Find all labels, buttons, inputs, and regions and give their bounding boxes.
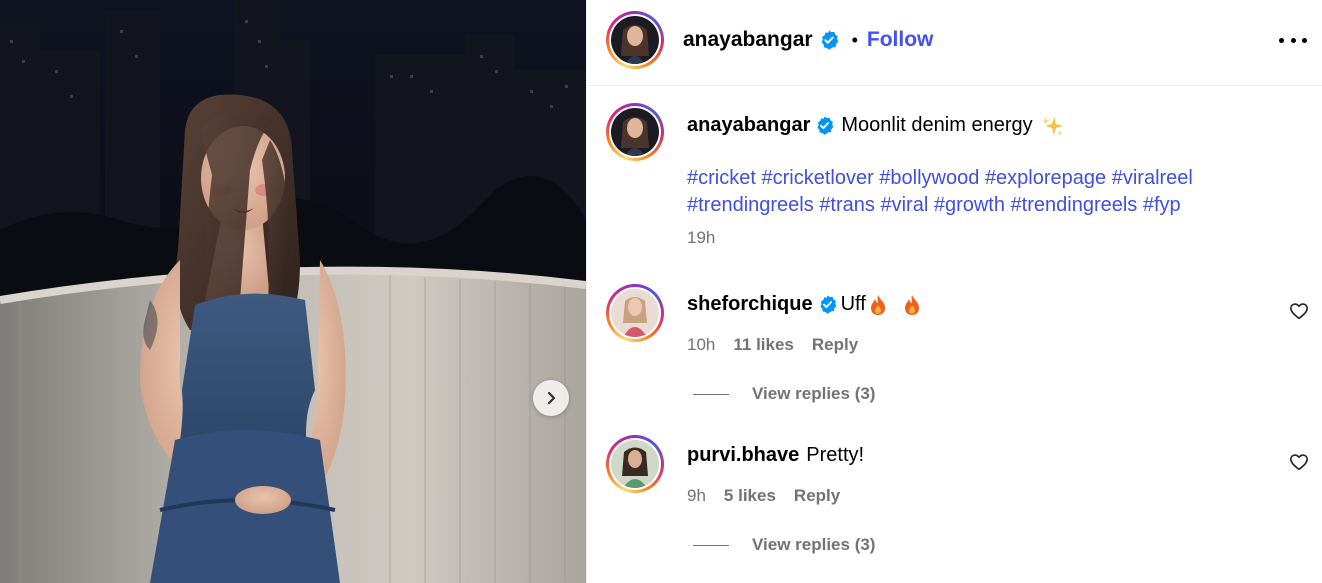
avatar-photo [611,108,659,156]
hashtag-link[interactable]: #bollywood [879,167,979,189]
hashtag-link[interactable]: #growth [934,194,1005,216]
author-username[interactable]: anayabangar [683,28,813,52]
follow-button[interactable]: Follow [867,28,934,52]
comment-likes[interactable]: 5 likes [724,486,776,506]
caption-line: anayabangar Moonlit denim energy [687,112,1193,139]
comment-content: purvi.bhave Pretty! 9h 5 likes Reply [687,442,864,506]
reply-button[interactable]: Reply [812,335,858,355]
comment-meta: 10h 11 likes Reply [687,335,922,355]
verified-badge-icon [821,30,838,50]
verified-badge-icon [817,116,834,135]
caption-timestamp[interactable]: 19h [687,228,715,248]
replies-divider [693,393,729,395]
more-options-icon[interactable] [1279,30,1307,50]
author-avatar[interactable] [606,11,664,69]
hashtag-link[interactable]: #cricket [687,167,756,189]
commenter-avatar[interactable] [606,435,664,493]
hashtag-link[interactable]: #trendingreels [1011,194,1138,216]
commenter-avatar[interactable] [606,284,664,342]
view-replies-button[interactable]: View replies (3) [693,535,875,555]
heart-icon[interactable] [1289,453,1309,471]
caption-author-avatar[interactable] [606,103,664,161]
post-media [0,0,586,583]
heart-icon[interactable] [1289,302,1309,320]
separator-dot: • [851,29,858,50]
caption-text: Moonlit denim energy [841,114,1033,136]
post-side-panel: anayabangar • Follow anayabangar Moonlit… [586,0,1322,583]
comment-line: shefor‌chique Uff [687,291,922,318]
comment-line: purvi.bhave Pretty! [687,442,864,469]
replies-divider [693,544,729,546]
comment-text: Pretty! [806,444,865,466]
view-replies-button[interactable]: View replies (3) [693,384,875,404]
comment-text: Uff [840,293,866,315]
post-photo [0,0,586,583]
caption-content: anayabangar Moonlit denim energy #cricke… [687,112,1193,248]
avatar-photo [611,289,659,337]
view-replies-label: View replies (3) [752,384,876,403]
avatar-photo [611,16,659,64]
fire-icon [870,294,885,315]
hashtag-link[interactable]: #fyp [1143,194,1181,216]
caption-meta: 19h [687,228,1193,248]
post-header: anayabangar • Follow [587,0,1322,86]
hashtag-link[interactable]: #cricketlover [761,167,873,189]
hashtag-link[interactable]: #trans [819,194,875,216]
comment-item: purvi.bhave Pretty! 9h 5 likes Reply Vie… [587,435,1322,565]
comment-timestamp[interactable]: 9h [687,486,706,506]
hashtag-link[interactable]: #explorepage [985,167,1106,189]
comment-username[interactable]: shefor‌chique [687,291,813,318]
hashtag-link[interactable]: #viral [880,194,928,216]
comment-content: shefor‌chique Uff 10h 11 likes Rep [687,291,922,355]
verified-badge-icon [819,295,836,314]
comment-item: shefor‌chique Uff 10h 11 likes Rep [587,284,1322,414]
avatar-photo [611,440,659,488]
hashtags-line-1: #cricket #cricketlover #bollywood #explo… [687,165,1193,192]
sparkles-icon [1041,116,1063,136]
hashtags-line-2: #trendingreels #trans #viral #growth #tr… [687,192,1193,219]
hashtag-link[interactable]: #viralreel [1112,167,1193,189]
comment-likes[interactable]: 11 likes [733,335,794,355]
next-image-button[interactable] [533,380,569,416]
comment-username[interactable]: purvi.bhave [687,442,799,469]
view-replies-label: View replies (3) [752,535,876,554]
comment-timestamp[interactable]: 10h [687,335,715,355]
chevron-right-icon [547,391,556,405]
header-user-row: anayabangar • Follow [683,28,933,52]
fire-icon [904,294,919,315]
reply-button[interactable]: Reply [794,486,840,506]
comment-meta: 9h 5 likes Reply [687,486,864,506]
caption-username[interactable]: anayabangar [687,112,810,139]
hashtag-link[interactable]: #trendingreels [687,194,814,216]
caption-block: anayabangar Moonlit denim energy #cricke… [587,103,1322,253]
